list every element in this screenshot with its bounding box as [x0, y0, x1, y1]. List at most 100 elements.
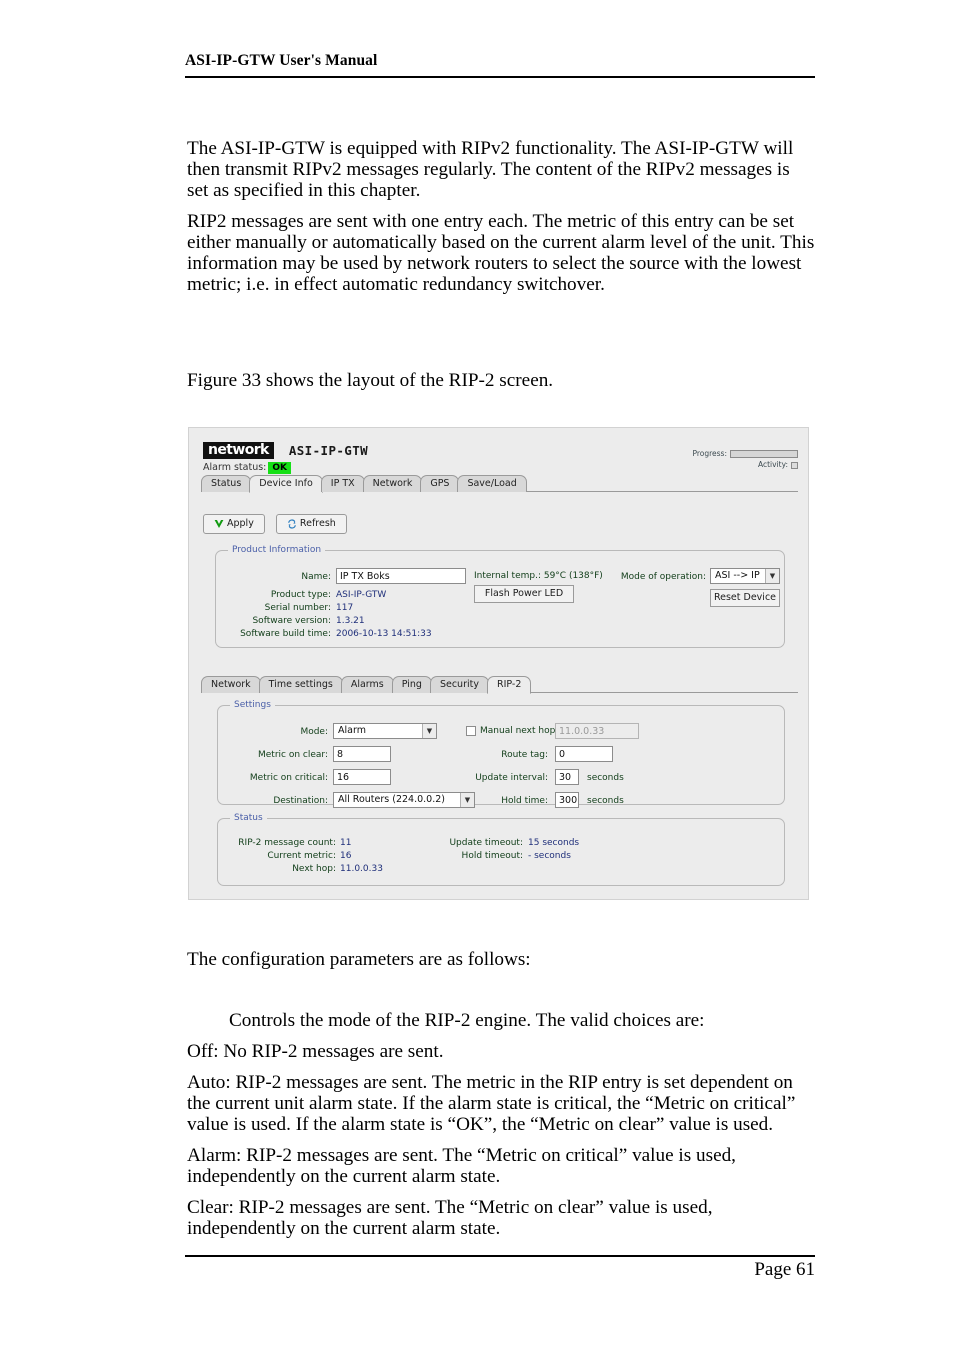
choice-auto: Auto: RIP-2 messages are sent. The metri… [187, 1072, 796, 1135]
apply-button-label: Apply [227, 518, 254, 529]
rip2-message-count-value: 11 [340, 838, 352, 848]
refresh-icon [288, 518, 296, 529]
destination-label: Destination: [273, 796, 328, 806]
name-label: Name: [301, 572, 331, 582]
sub-tab-strip: Network Time settings Alarms Ping Security RI… [201, 676, 801, 694]
apply-button[interactable]: Apply [203, 514, 265, 534]
choice-intro: Controls the mode of the RIP-2 engine. T… [229, 1010, 705, 1031]
device-title: ASI-IP-GTW [288, 443, 369, 458]
activity-indicator [791, 461, 798, 469]
hold-timeout-value: - seconds [528, 851, 571, 861]
header-rule [185, 76, 815, 78]
hold-time-unit: seconds [587, 796, 624, 806]
internal-temp-readout: Internal temp.: 59°C (138°F) [474, 571, 603, 581]
manual-next-hop-input[interactable]: 11.0.0.33 [555, 723, 639, 739]
figure-caption-text: Figure 33 shows the layout of the RIP-2 … [187, 370, 554, 391]
progress-area: Progress: Activity: [692, 448, 798, 470]
subtab-time-settings[interactable]: Time settings [258, 676, 343, 693]
app-header: network ASI-IP-GTW [203, 440, 368, 459]
choice-off: Off: No RIP-2 messages are sent. [187, 1041, 444, 1062]
tab-gps[interactable]: GPS [420, 475, 460, 492]
settings-title: Settings [230, 700, 275, 710]
settings-panel: Settings Mode: Alarm ▼ Metric on clear: … [217, 700, 785, 808]
current-metric-label: Current metric: [267, 851, 336, 861]
hold-time-input[interactable]: 300 [555, 792, 579, 808]
manual-page: ASI-IP-GTW User's Manual The ASI-IP-GTW … [0, 0, 954, 1350]
choice-clear: Clear: RIP-2 messages are sent. The “Met… [187, 1197, 713, 1239]
config-parameters-line: The configuration parameters are as foll… [187, 949, 815, 979]
rip2-screen-figure: network ASI-IP-GTW Alarm status: OK Progr… [188, 427, 809, 900]
intro-paragraphs: The ASI-IP-GTW is equipped with RIPv2 fu… [187, 138, 815, 305]
subtab-ping[interactable]: Ping [391, 676, 432, 693]
page-number: Page 61 [754, 1259, 815, 1280]
alarm-status-label: Alarm status: [203, 462, 267, 473]
serial-number-value: 117 [336, 603, 354, 613]
mode-of-operation-value: ASI --> IP [715, 570, 760, 581]
tab-status[interactable]: Status [201, 475, 252, 492]
main-tab-strip: Status Device Info IP TX Network GPS Save/Loa… [201, 475, 801, 493]
alarm-status-badge: OK [268, 462, 291, 474]
metric-on-critical-label: Metric on critical: [249, 773, 328, 783]
network-logo: network [203, 442, 274, 459]
update-timeout-value: 15 seconds [528, 838, 580, 848]
route-tag-label: Route tag: [501, 750, 548, 760]
refresh-button-label: Refresh [299, 518, 336, 529]
serial-number-label: Serial number: [264, 603, 331, 613]
flash-power-led-button[interactable]: Flash Power LED [474, 585, 574, 603]
product-information-title: Product Information [228, 545, 326, 555]
intro-paragraph-2: RIP2 messages are sent with one entry ea… [187, 211, 815, 295]
subtab-network[interactable]: Network [201, 676, 261, 693]
subtab-alarms[interactable]: Alarms [340, 676, 394, 693]
update-interval-label: Update interval: [475, 773, 548, 783]
name-input[interactable]: IP TX Boks [336, 568, 466, 584]
mode-value: Alarm [338, 725, 366, 736]
tab-ip-tx[interactable]: IP TX [320, 475, 365, 492]
product-type-label: Product type: [270, 590, 331, 600]
mode-of-operation-select[interactable]: ASI --> IP ▼ [710, 568, 780, 584]
chevron-down-icon: ▼ [422, 724, 436, 738]
route-tag-input[interactable]: 0 [555, 746, 613, 762]
alarm-status: Alarm status: OK [203, 462, 291, 474]
update-interval-input[interactable]: 30 [555, 769, 579, 785]
subtab-security[interactable]: Security [429, 676, 489, 693]
refresh-button[interactable]: Refresh [275, 514, 347, 534]
reset-device-button[interactable]: Reset Device [710, 589, 780, 607]
current-metric-value: 16 [340, 851, 352, 861]
update-timeout-label: Update timeout: [449, 838, 523, 848]
tab-save-load[interactable]: Save/Load [457, 475, 527, 492]
rip2-message-count-label: RIP-2 message count: [238, 838, 336, 848]
mode-choices: Controls the mode of the RIP-2 engine. T… [187, 1010, 815, 1249]
mode-select[interactable]: Alarm ▼ [333, 723, 437, 739]
destination-value: All Routers (224.0.0.2) [338, 794, 445, 805]
config-parameters-text: The configuration parameters are as foll… [187, 949, 531, 970]
mode-label: Mode: [300, 727, 328, 737]
tab-device-info[interactable]: Device Info [249, 475, 323, 493]
product-information-panel: Product Information Name: IP TX Boks Pro… [215, 545, 785, 648]
metric-on-clear-label: Metric on clear: [258, 750, 328, 760]
metric-on-clear-input[interactable]: 8 [333, 746, 391, 762]
activity-label: Activity: [757, 460, 788, 469]
next-hop-label: Next hop: [292, 864, 336, 874]
progress-bar [730, 450, 798, 458]
metric-on-critical-input[interactable]: 16 [333, 769, 391, 785]
toolbar: Apply Refresh [203, 511, 353, 534]
progress-label: Progress: [692, 449, 727, 458]
manual-next-hop-label: Manual next hop [480, 726, 556, 736]
tab-network[interactable]: Network [362, 475, 423, 492]
software-version-label: Software version: [252, 616, 331, 626]
hold-timeout-label: Hold timeout: [461, 851, 523, 861]
running-head: ASI-IP-GTW User's Manual [185, 52, 378, 69]
checkmark-icon [214, 519, 224, 528]
status-title: Status [230, 813, 267, 823]
subtab-rip-2[interactable]: RIP-2 [486, 676, 532, 694]
update-interval-unit: seconds [587, 773, 624, 783]
manual-next-hop-checkbox[interactable] [466, 726, 476, 736]
choice-alarm: Alarm: RIP-2 messages are sent. The “Met… [187, 1145, 736, 1187]
footer-rule [185, 1255, 815, 1257]
software-build-time-label: Software build time: [240, 629, 331, 639]
software-version-value: 1.3.21 [336, 616, 365, 626]
hold-time-label: Hold time: [501, 796, 548, 806]
intro-paragraph-1: The ASI-IP-GTW is equipped with RIPv2 fu… [187, 138, 794, 201]
chevron-down-icon: ▼ [765, 569, 779, 583]
software-build-time-value: 2006-10-13 14:51:33 [336, 629, 432, 639]
